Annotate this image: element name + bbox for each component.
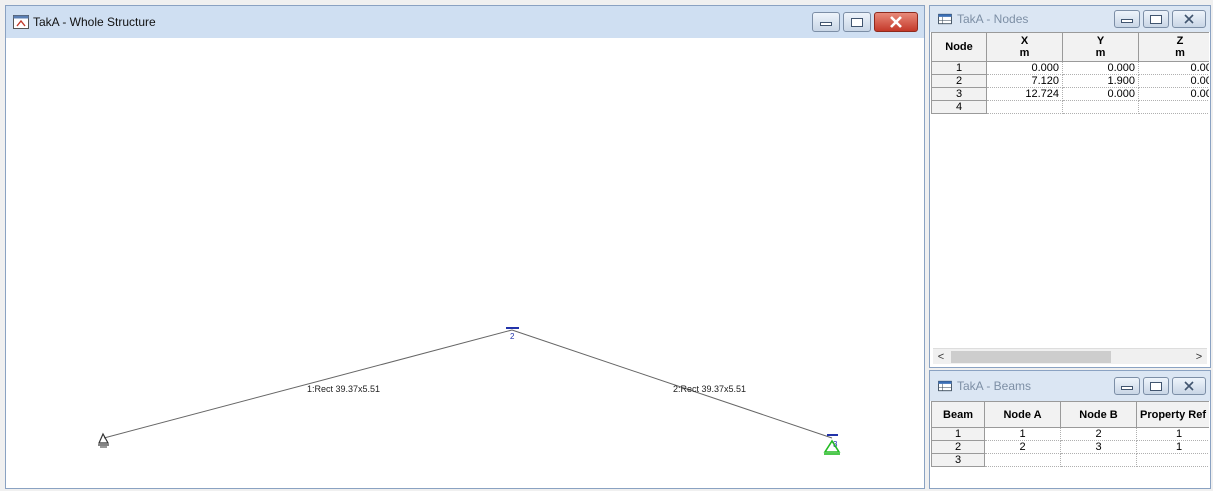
close-button[interactable] <box>874 12 918 32</box>
nodes-window: TakA - Nodes Node Xm Ym Zm 1 0.000 0.000… <box>929 5 1211 368</box>
table-row[interactable]: 4 <box>931 100 1209 114</box>
col-unit: m <box>1095 47 1106 59</box>
beams-titlebar[interactable]: TakA - Beams <box>930 371 1210 401</box>
col-header-property-ref[interactable]: Property Ref <box>1136 401 1209 428</box>
col-name: Y <box>1096 35 1105 47</box>
maximize-icon <box>1150 381 1162 391</box>
cell-y[interactable]: 0.000 <box>1062 61 1139 75</box>
col-unit: m <box>1175 47 1185 59</box>
cell-x[interactable]: 0.000 <box>986 61 1063 75</box>
cell-z[interactable]: 0.000 <box>1138 74 1209 88</box>
col-name: Node <box>945 41 973 53</box>
cell-y[interactable]: 0.000 <box>1062 87 1139 101</box>
structure-canvas[interactable]: 1:Rect 39.37x5.51 2:Rect 39.37x5.51 2 3 <box>7 38 923 487</box>
node-2-label: 2 <box>510 332 515 341</box>
minimize-icon <box>1121 386 1133 390</box>
col-header-beam[interactable]: Beam <box>931 401 985 428</box>
col-header-node-a[interactable]: Node A <box>984 401 1061 428</box>
col-header-node-b[interactable]: Node B <box>1060 401 1137 428</box>
structure-drawing[interactable]: 1:Rect 39.37x5.51 2:Rect 39.37x5.51 2 3 <box>7 38 923 487</box>
nodes-titlebar[interactable]: TakA - Nodes <box>930 6 1210 32</box>
minimize-icon <box>820 22 832 26</box>
cell-z[interactable]: 0.000 <box>1138 61 1209 75</box>
beams-maximize-button[interactable] <box>1143 377 1169 395</box>
row-header[interactable]: 3 <box>931 87 987 101</box>
col-name: X <box>1020 35 1029 47</box>
minimize-icon <box>1121 19 1133 23</box>
beams-table-area[interactable]: Beam Node A Node B Property Ref 1 1 2 1 … <box>931 401 1209 487</box>
cell-node-a[interactable] <box>984 453 1061 467</box>
close-icon <box>1184 381 1194 391</box>
table-row[interactable]: 1 0.000 0.000 0.000 <box>931 61 1209 75</box>
table-icon <box>938 380 952 392</box>
structure-titlebar[interactable]: TakA - Whole Structure <box>6 6 924 38</box>
member-1-label: 1:Rect 39.37x5.51 <box>307 384 380 394</box>
nodes-header-row: Node Xm Ym Zm <box>931 32 1209 62</box>
cell-property-ref[interactable]: 1 <box>1136 440 1209 454</box>
cell-property-ref[interactable] <box>1136 453 1209 467</box>
cell-z[interactable] <box>1138 100 1209 114</box>
row-header[interactable]: 1 <box>931 427 985 441</box>
row-header[interactable]: 4 <box>931 100 987 114</box>
roller-support-icon[interactable] <box>823 439 841 455</box>
table-row[interactable]: 2 7.120 1.900 0.000 <box>931 74 1209 88</box>
structure-window: TakA - Whole Structure 1:Rect 39.37x5.51… <box>5 5 925 489</box>
cell-node-a[interactable]: 2 <box>984 440 1061 454</box>
cell-x[interactable]: 12.724 <box>986 87 1063 101</box>
nodes-minimize-button[interactable] <box>1114 10 1140 28</box>
scroll-left-arrow-icon[interactable]: < <box>933 349 949 365</box>
table-icon <box>938 13 952 25</box>
cell-node-b[interactable]: 3 <box>1060 440 1137 454</box>
close-icon <box>1184 14 1194 24</box>
maximize-icon <box>1150 14 1162 24</box>
structure-window-title: TakA - Whole Structure <box>33 15 156 29</box>
beams-table: Beam Node A Node B Property Ref 1 1 2 1 … <box>931 401 1209 467</box>
col-unit: m <box>1019 47 1030 59</box>
member-2[interactable] <box>511 329 833 439</box>
cell-node-a[interactable]: 1 <box>984 427 1061 441</box>
col-header-y[interactable]: Ym <box>1062 32 1139 62</box>
maximize-icon <box>851 17 863 27</box>
nodes-table-area[interactable]: Node Xm Ym Zm 1 0.000 0.000 0.000 2 7.12… <box>931 32 1209 366</box>
beams-header-row: Beam Node A Node B Property Ref <box>931 401 1209 428</box>
cell-node-b[interactable]: 2 <box>1060 427 1137 441</box>
cell-y[interactable] <box>1062 100 1139 114</box>
table-row[interactable]: 3 12.724 0.000 0.000 <box>931 87 1209 101</box>
row-header[interactable]: 2 <box>931 440 985 454</box>
col-name: Z <box>1176 35 1184 47</box>
table-row[interactable]: 3 <box>931 453 1209 467</box>
table-row[interactable]: 1 1 2 1 <box>931 427 1209 441</box>
row-header[interactable]: 3 <box>931 453 985 467</box>
maximize-button[interactable] <box>843 12 871 32</box>
col-header-node[interactable]: Node <box>931 32 987 62</box>
beams-close-button[interactable] <box>1172 377 1206 395</box>
table-row[interactable]: 2 2 3 1 <box>931 440 1209 454</box>
cell-property-ref[interactable]: 1 <box>1136 427 1209 441</box>
cell-node-b[interactable] <box>1060 453 1137 467</box>
horizontal-scrollbar[interactable]: < > <box>933 348 1207 364</box>
col-header-z[interactable]: Zm <box>1138 32 1209 62</box>
nodes-close-button[interactable] <box>1172 10 1206 28</box>
nodes-table: Node Xm Ym Zm 1 0.000 0.000 0.000 2 7.12… <box>931 32 1209 114</box>
cell-z[interactable]: 0.000 <box>1138 87 1209 101</box>
cell-y[interactable]: 1.900 <box>1062 74 1139 88</box>
col-header-x[interactable]: Xm <box>986 32 1063 62</box>
beams-window: TakA - Beams Beam Node A Node B Property… <box>929 370 1211 489</box>
nodes-maximize-button[interactable] <box>1143 10 1169 28</box>
scroll-right-arrow-icon[interactable]: > <box>1191 349 1207 365</box>
close-icon <box>890 16 902 28</box>
cell-x[interactable]: 7.120 <box>986 74 1063 88</box>
nodes-window-title: TakA - Nodes <box>957 12 1029 26</box>
scroll-thumb[interactable] <box>951 351 1111 363</box>
cell-x[interactable] <box>986 100 1063 114</box>
row-header[interactable]: 1 <box>931 61 987 75</box>
row-header[interactable]: 2 <box>931 74 987 88</box>
beams-window-title: TakA - Beams <box>957 379 1032 393</box>
minimize-button[interactable] <box>812 12 840 32</box>
member-2-label: 2:Rect 39.37x5.51 <box>673 384 746 394</box>
window-app-icon <box>13 15 29 29</box>
beams-minimize-button[interactable] <box>1114 377 1140 395</box>
pinned-support-icon[interactable] <box>98 432 110 448</box>
